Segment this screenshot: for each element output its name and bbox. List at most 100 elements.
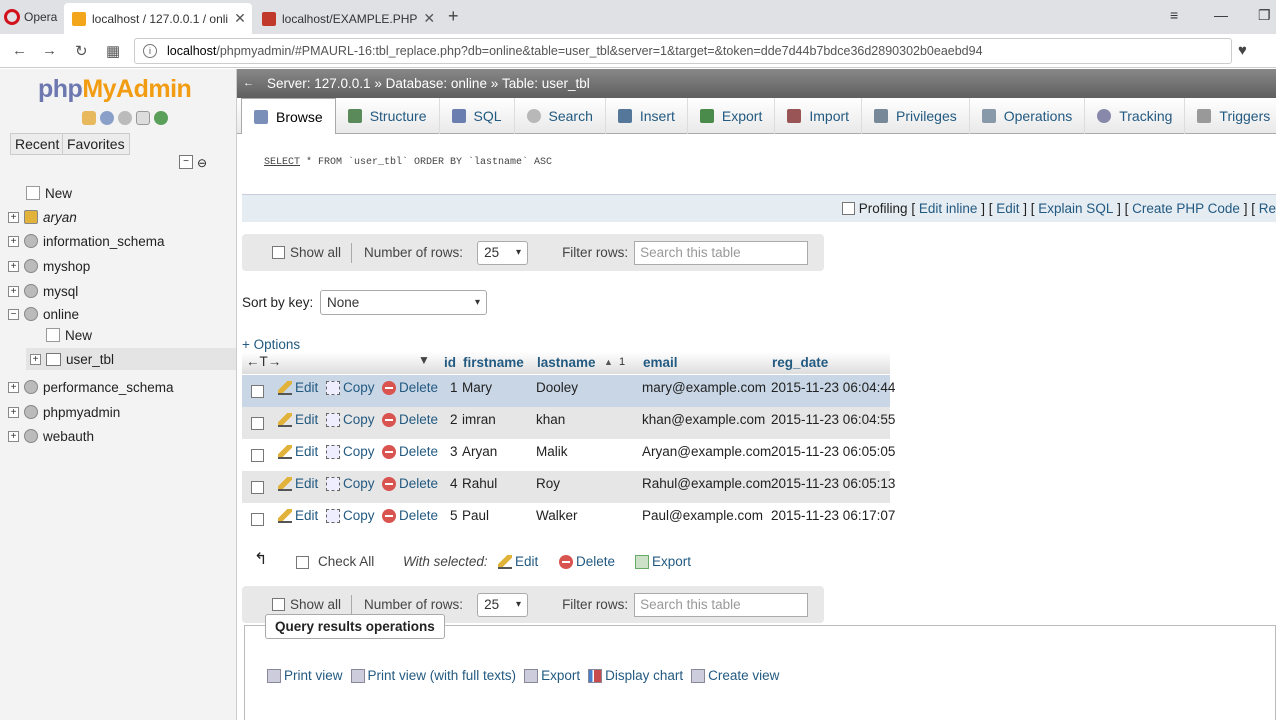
cell-lastname[interactable]: Roy	[536, 476, 560, 491]
reload-icon[interactable]: ↻	[75, 42, 88, 60]
cell-reg-date[interactable]: 2015-11-23 06:05:13	[771, 476, 895, 491]
expand-icon[interactable]: +	[8, 235, 19, 247]
cell-id[interactable]: 4	[450, 476, 458, 491]
options-link[interactable]: + Options	[242, 337, 300, 352]
maximize-icon[interactable]: ❐	[1258, 7, 1271, 24]
export-link[interactable]: Export	[524, 668, 580, 684]
row-copy-button[interactable]: Copy	[326, 508, 375, 524]
expand-icon[interactable]: +	[8, 381, 19, 393]
row-delete-button[interactable]: Delete	[382, 508, 438, 524]
cell-reg-date[interactable]: 2015-11-23 06:05:05	[771, 444, 895, 459]
tab-browse[interactable]: Browse	[241, 98, 336, 134]
tree-item-performance-schema[interactable]: + performance_schema	[8, 376, 174, 398]
refresh-link[interactable]: Re	[1259, 201, 1276, 216]
print-view-full-link[interactable]: Print view (with full texts)	[350, 668, 516, 684]
row-edit-button[interactable]: Edit	[278, 380, 318, 396]
show-all-checkbox[interactable]	[272, 246, 285, 259]
cell-email[interactable]: Aryan@example.com	[642, 444, 771, 459]
expand-icon[interactable]: +	[8, 285, 19, 297]
col-header-firstname[interactable]: firstname	[463, 355, 524, 370]
row-delete-button[interactable]: Delete	[382, 380, 438, 396]
site-info-icon[interactable]: i	[143, 44, 157, 58]
tree-item-new[interactable]: New	[26, 182, 72, 204]
cell-id[interactable]: 3	[450, 444, 458, 459]
bulk-delete-button[interactable]: Delete	[559, 554, 615, 570]
row-delete-button[interactable]: Delete	[382, 444, 438, 460]
collapse-left-icon[interactable]: ←	[243, 77, 254, 89]
column-arrows[interactable]: ←T→	[246, 354, 281, 369]
browser-tab-example[interactable]: localhost/EXAMPLE.PHP ✕	[254, 3, 440, 34]
cell-firstname[interactable]: Mary	[462, 380, 492, 395]
cell-reg-date[interactable]: 2015-11-23 06:17:07	[771, 508, 895, 523]
cell-lastname[interactable]: khan	[536, 412, 565, 427]
breadcrumb-server[interactable]: Server: 127.0.0.1	[267, 76, 371, 91]
link-with-main-icon[interactable]: ⊖	[197, 156, 207, 170]
cell-firstname[interactable]: Rahul	[462, 476, 497, 491]
help-icon[interactable]	[118, 111, 132, 125]
row-copy-button[interactable]: Copy	[326, 380, 375, 396]
cell-lastname[interactable]: Malik	[536, 444, 568, 459]
cell-lastname[interactable]: Dooley	[536, 380, 578, 395]
explain-sql-link[interactable]: Explain SQL	[1038, 201, 1113, 216]
expand-icon[interactable]: +	[8, 211, 19, 223]
row-edit-button[interactable]: Edit	[278, 476, 318, 492]
sql-select-keyword[interactable]: SELECT	[264, 157, 300, 168]
col-header-reg-date[interactable]: reg_date	[772, 355, 828, 370]
new-tab-plus-icon[interactable]: +	[448, 6, 459, 27]
tree-item-webauth[interactable]: + webauth	[8, 425, 94, 447]
back-arrow-icon[interactable]: ←	[12, 42, 27, 59]
edit-link[interactable]: Edit	[996, 201, 1019, 216]
cell-email[interactable]: Paul@example.com	[642, 508, 763, 523]
row-checkbox[interactable]	[251, 513, 264, 526]
forward-arrow-icon[interactable]: →	[42, 42, 57, 59]
collapse-icon[interactable]: −	[8, 308, 19, 320]
tree-item-user-tbl[interactable]: + user_tbl	[26, 348, 236, 370]
breadcrumb-table[interactable]: Table: user_tbl	[502, 76, 590, 91]
cell-email[interactable]: mary@example.com	[642, 380, 766, 395]
tab-operations[interactable]: Operations	[970, 98, 1086, 134]
url-field[interactable]: i localhost/phpmyadmin/#PMAURL-16:tbl_re…	[134, 38, 1232, 64]
sort-by-key-select[interactable]: None ▾	[320, 290, 487, 315]
row-copy-button[interactable]: Copy	[326, 476, 375, 492]
row-edit-button[interactable]: Edit	[278, 508, 318, 524]
tree-item-myshop[interactable]: + myshop	[8, 255, 90, 277]
logout-icon[interactable]	[100, 111, 114, 125]
check-all-checkbox[interactable]	[296, 556, 309, 569]
profiling-checkbox[interactable]	[842, 202, 856, 215]
tree-item-aryan[interactable]: + aryan	[8, 206, 77, 228]
row-checkbox[interactable]	[251, 449, 264, 462]
display-chart-link[interactable]: Display chart	[588, 668, 683, 684]
row-checkbox[interactable]	[251, 481, 264, 494]
close-tab-icon[interactable]: ✕	[234, 10, 246, 27]
cell-reg-date[interactable]: 2015-11-23 06:04:55	[771, 412, 895, 427]
home-icon[interactable]	[82, 111, 96, 125]
row-edit-button[interactable]: Edit	[278, 444, 318, 460]
collapse-all-icon[interactable]: −	[179, 155, 193, 169]
tab-search[interactable]: Search	[515, 98, 606, 134]
row-checkbox[interactable]	[251, 385, 264, 398]
print-view-link[interactable]: Print view	[267, 668, 343, 684]
cell-firstname[interactable]: Aryan	[462, 444, 497, 459]
speed-dial-grid-icon[interactable]: ▦	[106, 42, 120, 60]
expand-icon[interactable]: +	[8, 406, 19, 418]
filter-rows-input[interactable]: Search this table	[634, 240, 809, 265]
cell-firstname[interactable]: imran	[462, 412, 496, 427]
col-header-id[interactable]: id	[444, 355, 456, 370]
tab-tracking[interactable]: Tracking	[1085, 98, 1186, 134]
tree-item-mysql[interactable]: + mysql	[8, 280, 78, 302]
tab-sql[interactable]: SQL	[440, 98, 515, 134]
opera-menu-button[interactable]: Opera	[0, 0, 62, 34]
cell-email[interactable]: Rahul@example.com	[642, 476, 771, 491]
cell-id[interactable]: 5	[450, 508, 458, 523]
cell-email[interactable]: khan@example.com	[642, 412, 765, 427]
create-php-code-link[interactable]: Create PHP Code	[1132, 201, 1240, 216]
col-header-lastname[interactable]: lastname	[537, 355, 596, 370]
col-header-email[interactable]: email	[643, 355, 678, 370]
check-all-label[interactable]: Check All	[318, 554, 374, 569]
tree-item-online[interactable]: − online	[8, 303, 79, 325]
tab-privileges[interactable]: Privileges	[862, 98, 970, 134]
recent-button[interactable]: Recent	[10, 133, 65, 155]
breadcrumb-database[interactable]: Database: online	[386, 76, 487, 91]
create-view-link[interactable]: Create view	[691, 668, 779, 684]
cell-id[interactable]: 2	[450, 412, 458, 427]
